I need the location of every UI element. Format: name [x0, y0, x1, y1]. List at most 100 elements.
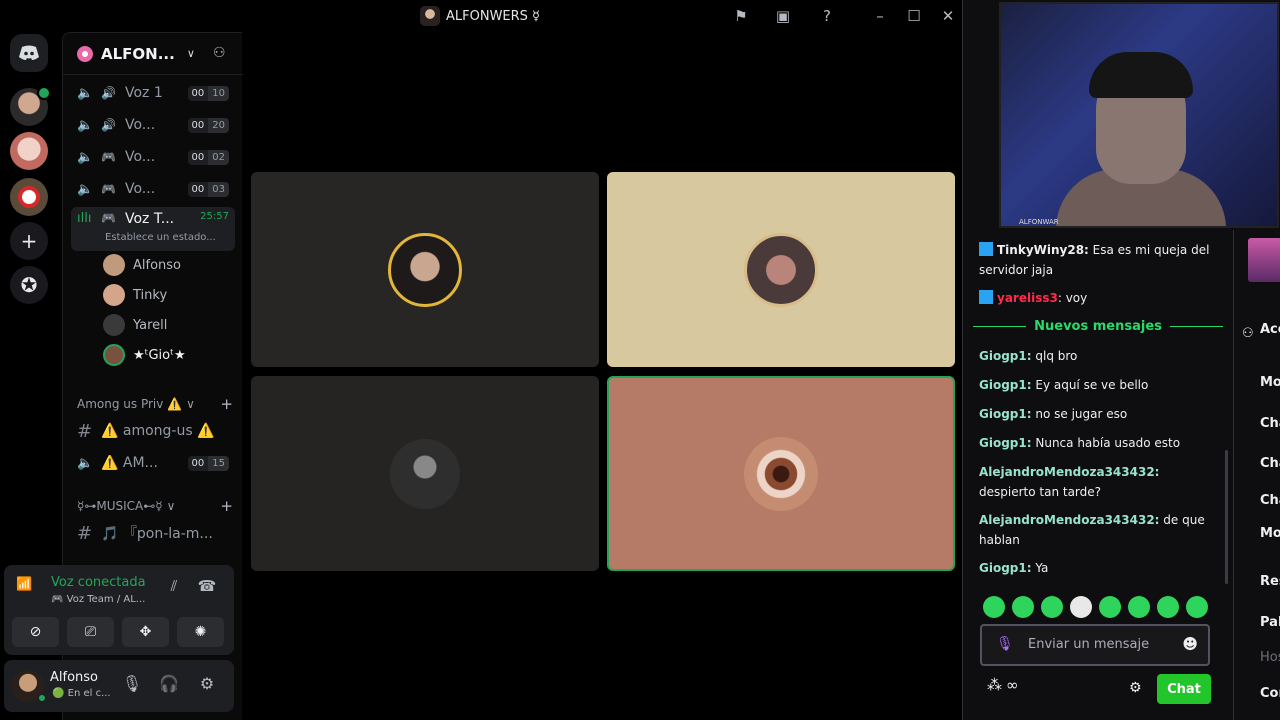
soundboard-button[interactable]: ✺ [177, 617, 224, 647]
user-limit-pill: 00 10 [187, 85, 229, 101]
user-limit-pill: 00 15 [187, 455, 229, 471]
chat-scrollbar[interactable] [1225, 450, 1228, 584]
server-icon-alfon[interactable] [10, 86, 51, 126]
emote-icon[interactable] [1012, 596, 1034, 618]
settings-item[interactable]: Chat c [1260, 416, 1280, 431]
activities-button[interactable]: ✥ [122, 617, 169, 647]
online-badge [37, 86, 51, 100]
microphone-icon[interactable]: 🎙 [996, 636, 1014, 652]
emote-picker-icon[interactable]: ☻ [1182, 635, 1198, 653]
category-label: Among us Priv ⚠️ [77, 397, 183, 411]
streamer-durag [1089, 52, 1193, 98]
emote-icon[interactable] [1186, 596, 1208, 618]
channel-points[interactable]: ⁂ ∞ [987, 676, 1019, 694]
settings-item[interactable]: Chat c [1260, 493, 1280, 508]
voice-channel-3[interactable]: 🔈 🎮 Vo... 00 02 [71, 143, 235, 171]
text-channel-musica[interactable]: # 🎵 『pon-la-m... [77, 519, 237, 547]
chat-username[interactable]: Giogp1: [979, 436, 1032, 450]
maximize-icon[interactable]: ☐ [903, 5, 925, 27]
settings-item[interactable]: Mode con IA [1260, 526, 1280, 541]
server-icon-2[interactable] [10, 132, 48, 170]
gamepad-icon: 🎮 [101, 182, 116, 196]
add-channel-icon[interactable]: + [220, 497, 233, 515]
settings-item[interactable]: Config [1260, 686, 1280, 701]
user-count: 00 [187, 149, 209, 165]
chat-input-placeholder: Enviar un mensaje [1028, 637, 1150, 652]
camera-off-button[interactable]: ⊘ [12, 617, 59, 647]
headphones-icon[interactable]: 🎧 [157, 674, 181, 698]
emote-icon[interactable] [1041, 596, 1063, 618]
gear-icon[interactable]: ⚙ [195, 674, 219, 698]
chat-username[interactable]: AlejandroMendoza343432: [979, 465, 1159, 479]
explore-icon[interactable]: ✪ [10, 266, 48, 304]
chat-username[interactable]: TinkyWiny28: [997, 243, 1089, 257]
chat-text: Ya [1031, 561, 1049, 575]
subscriber-badge-icon [979, 242, 993, 256]
add-channel-icon[interactable]: + [220, 395, 233, 413]
channel-status[interactable]: Establece un estado... [105, 232, 216, 243]
screen-share-button[interactable]: ⎚ [67, 617, 114, 647]
category-among-us[interactable]: Among us Priv ⚠️ ∨ + [77, 395, 233, 413]
tile-gio[interactable] [607, 376, 955, 571]
add-member-icon[interactable]: ⚇ [213, 45, 231, 63]
emote-icon[interactable] [1128, 596, 1150, 618]
gear-icon[interactable]: ⚙ [1129, 680, 1142, 696]
chat-message: Giogp1: Ya [979, 558, 1215, 578]
member-tinky[interactable]: Tinky [103, 281, 167, 309]
voice-connected-channel[interactable]: 🎮 Voz Team / AL... [51, 594, 151, 605]
avatar [744, 436, 818, 511]
minimize-icon[interactable]: – [869, 5, 891, 27]
help-icon[interactable]: ? [816, 5, 838, 27]
disconnect-icon[interactable]: ☎ [195, 577, 219, 601]
chat-message: Giogp1: no se jugar eso [979, 404, 1215, 424]
settings-item[interactable]: Hoste [1260, 650, 1280, 665]
chat-username[interactable]: Giogp1: [979, 349, 1032, 363]
user-limit: 02 [208, 149, 229, 165]
text-channel-among-us[interactable]: # ⚠️ among-us ⚠️ [77, 417, 237, 445]
server-icon-3[interactable] [10, 178, 48, 216]
close-icon[interactable]: ✕ [937, 5, 959, 27]
tile-yarell[interactable] [251, 376, 599, 571]
voice-channel-active[interactable]: ıllı 🎮 Voz T... 25:57 Establece un estad… [71, 207, 235, 251]
voice-channel-among[interactable]: 🔈 ⚠️ AM... 00 15 [71, 449, 235, 477]
settings-item[interactable]: Restri [1260, 574, 1280, 589]
speaker-icon: 🔈 [77, 455, 94, 471]
emote-icon[interactable] [983, 596, 1005, 618]
chat-username[interactable]: yareliss3 [997, 291, 1058, 305]
member-yarell[interactable]: Yarell [103, 311, 167, 339]
emote-icon[interactable] [1157, 596, 1179, 618]
settings-item[interactable]: Modo [1260, 375, 1280, 390]
signal-icon[interactable]: 📶 [16, 577, 40, 601]
emote-icon[interactable] [1070, 596, 1092, 618]
chat-username[interactable]: Giogp1: [979, 407, 1032, 421]
discord-home-icon[interactable] [10, 34, 48, 72]
settings-item[interactable]: Chat c [1260, 456, 1280, 471]
inbox-icon[interactable]: ▣ [772, 5, 794, 27]
twitch-chat-window: ALFONWAR TinkyWiny28: Esa es mi queja de… [962, 0, 1280, 720]
avatar [103, 344, 125, 366]
flag-icon[interactable]: ⚑ [730, 5, 752, 27]
chat-username[interactable]: Giogp1: [979, 561, 1032, 575]
member-alfonso[interactable]: Alfonso [103, 251, 181, 279]
settings-item[interactable]: Acc car [1260, 322, 1280, 337]
chat-message-input[interactable]: 🎙 Enviar un mensaje ☻ [980, 624, 1210, 666]
server-header[interactable]: ALFON... ∨ ⚇ [63, 33, 243, 75]
add-server-icon[interactable]: + [10, 222, 48, 260]
voice-channel-1[interactable]: 🔈 🔊 Voz 1 00 10 [71, 79, 235, 107]
member-gio[interactable]: ★ᵗGioᵗ★ [103, 341, 186, 369]
category-musica[interactable]: ☿⊶MUSICA⊷☿ ∨ + [77, 497, 233, 515]
voice-channel-4[interactable]: 🔈 🎮 Vo... 00 03 [71, 175, 235, 203]
emote-icon[interactable] [1099, 596, 1121, 618]
settings-item[interactable]: Palab [1260, 615, 1280, 630]
chat-text: Nunca había usado esto [1031, 436, 1181, 450]
chat-username[interactable]: Giogp1: [979, 378, 1032, 392]
tile-tinky[interactable] [607, 172, 955, 367]
tile-alfonso[interactable] [251, 172, 599, 367]
voice-channel-2[interactable]: 🔈 🔊 Vo... 00 20 [71, 111, 235, 139]
chat-username[interactable]: AlejandroMendoza343432: [979, 513, 1159, 527]
chat-send-button[interactable]: Chat [1157, 674, 1211, 704]
microphone-icon[interactable]: 🎙 [120, 674, 144, 698]
stream-thumbnail[interactable] [1248, 238, 1280, 282]
noise-suppression-icon[interactable]: ⫽ [162, 577, 186, 601]
sound-emoji-icon: 🔊 [101, 118, 116, 132]
